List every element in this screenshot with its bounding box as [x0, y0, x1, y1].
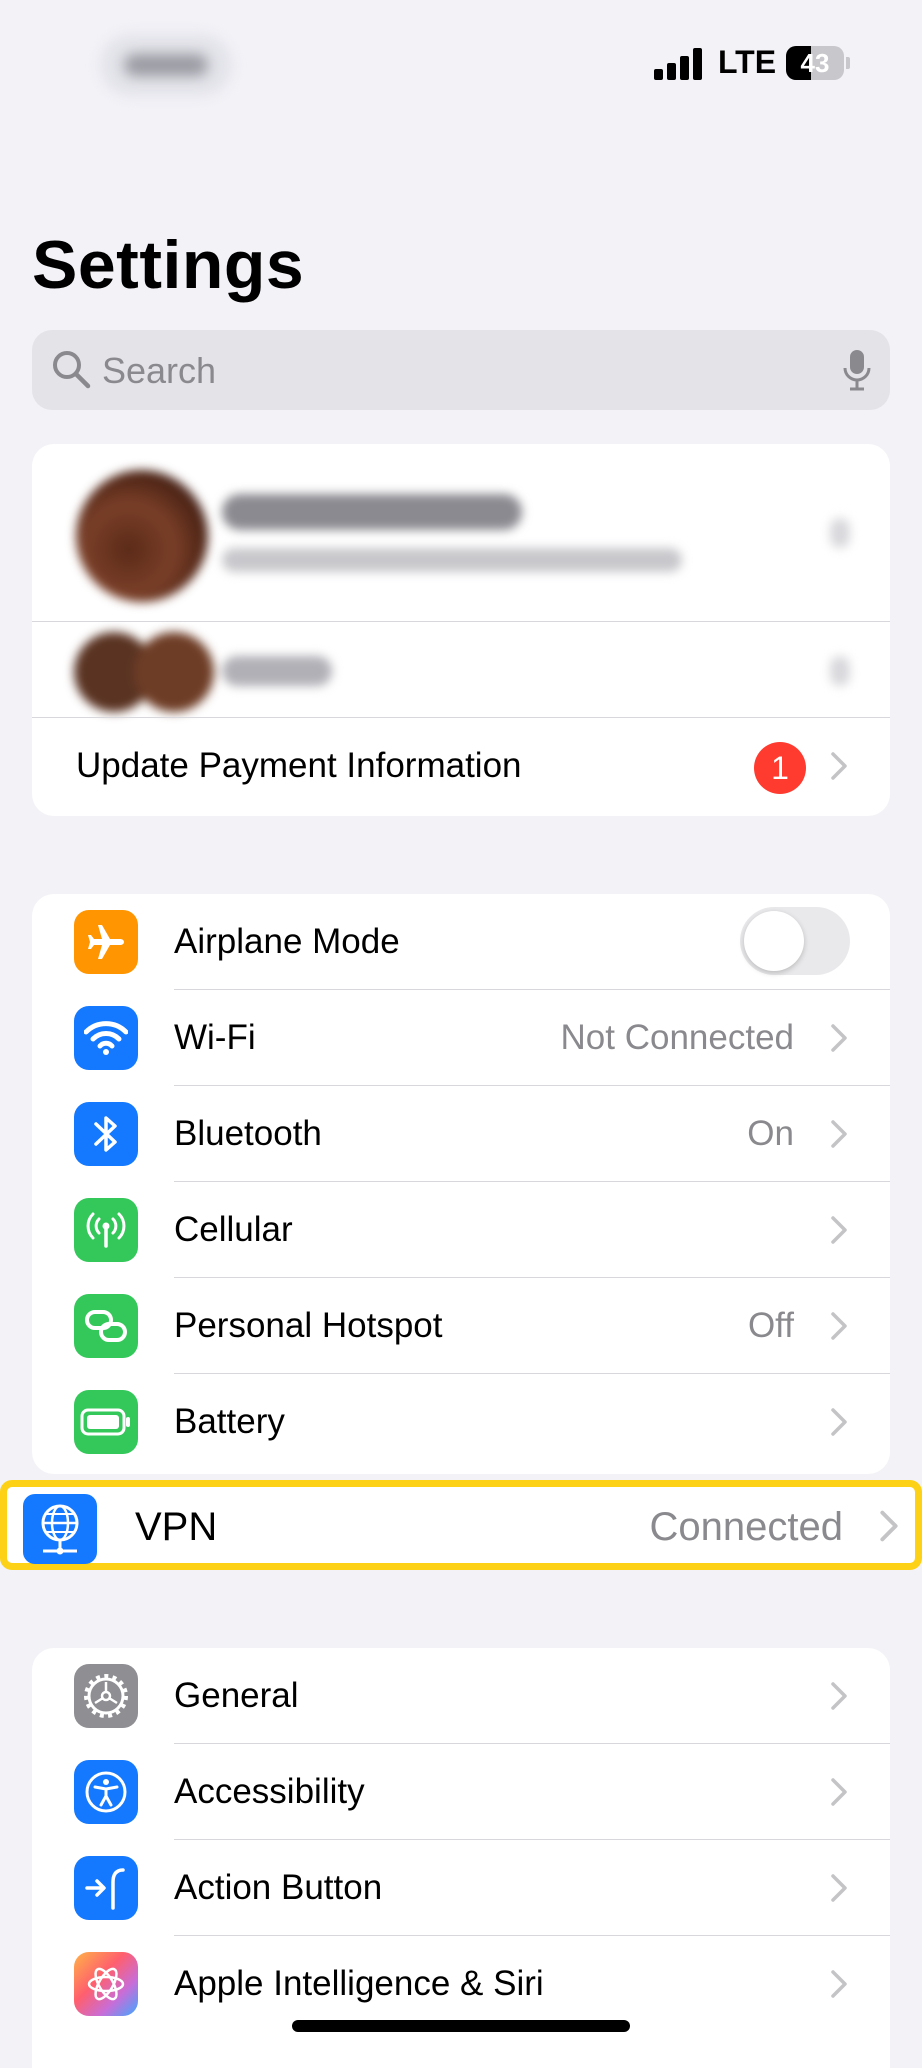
- connectivity-card: Airplane Mode Wi-Fi Not Connected Blueto…: [32, 894, 890, 1474]
- airplane-icon: [74, 910, 138, 974]
- signal-icon: [654, 48, 704, 80]
- bluetooth-label: Bluetooth: [174, 1114, 322, 1153]
- vpn-globe-icon: [23, 1494, 97, 1564]
- chevron-right-icon: [880, 1510, 898, 1542]
- update-payment-row[interactable]: Update Payment Information 1: [32, 718, 890, 814]
- gear-icon: [74, 1664, 138, 1728]
- personal-hotspot-status: Off: [747, 1306, 794, 1345]
- accessibility-icon: [74, 1760, 138, 1824]
- chevron-right-icon: [831, 1120, 847, 1148]
- avatar: [76, 470, 208, 602]
- settings-row-wifi[interactable]: Wi-Fi Not Connected: [32, 990, 890, 1086]
- notification-badge: 1: [754, 742, 806, 794]
- home-indicator[interactable]: [292, 2020, 630, 2032]
- wifi-icon: [74, 1006, 138, 1070]
- update-payment-label: Update Payment Information: [76, 746, 522, 785]
- account-card: Update Payment Information 1: [32, 444, 890, 816]
- settings-row-vpn[interactable]: VPN Connected: [0, 1480, 922, 1570]
- chevron-right-icon: [831, 1024, 847, 1052]
- page-title: Settings: [32, 227, 305, 303]
- avatar: [134, 632, 214, 712]
- chevron-right-icon: [831, 1216, 847, 1244]
- status-bar: LTE 43: [0, 0, 922, 130]
- settings-row-action-button[interactable]: Action Button: [32, 1840, 890, 1936]
- general-card: General Accessibility Action Button Appl…: [32, 1648, 890, 2068]
- battery-icon: 43: [786, 46, 850, 80]
- cellular-label: Cellular: [174, 1210, 293, 1249]
- settings-row-personal-hotspot[interactable]: Personal Hotspot Off: [32, 1278, 890, 1374]
- settings-row-battery[interactable]: Battery: [32, 1374, 890, 1470]
- battery-percent: 43: [800, 48, 830, 78]
- family-row[interactable]: [32, 622, 890, 718]
- chevron-right-icon: [831, 1778, 847, 1806]
- apple-account-row[interactable]: [32, 444, 890, 622]
- action-button-label: Action Button: [174, 1868, 383, 1907]
- settings-row-general[interactable]: General: [32, 1648, 890, 1744]
- chevron-right-icon: [831, 1874, 847, 1902]
- personal-hotspot-label: Personal Hotspot: [174, 1306, 443, 1345]
- search-input[interactable]: Search: [32, 330, 890, 410]
- wifi-label: Wi-Fi: [174, 1018, 256, 1057]
- chevron-right-icon: [831, 1970, 847, 1998]
- vpn-label: VPN: [135, 1505, 218, 1549]
- hotspot-link-icon: [74, 1294, 138, 1358]
- apple-intelligence-siri-label: Apple Intelligence & Siri: [174, 1964, 544, 2003]
- settings-row-accessibility[interactable]: Accessibility: [32, 1744, 890, 1840]
- network-type: LTE: [718, 44, 777, 80]
- search-icon: [53, 351, 91, 389]
- airplane-mode-toggle[interactable]: [740, 907, 850, 975]
- general-label: General: [174, 1676, 299, 1715]
- wifi-status: Not Connected: [560, 1018, 794, 1057]
- battery-label: Battery: [174, 1402, 285, 1441]
- bluetooth-icon: [74, 1102, 138, 1166]
- chevron-right-icon: [831, 1312, 847, 1340]
- chevron-right-icon: [831, 1682, 847, 1710]
- action-button-icon: [74, 1856, 138, 1920]
- chevron-right-icon: [831, 1408, 847, 1436]
- chevron-right-icon: [831, 752, 847, 780]
- vpn-status: Connected: [649, 1505, 843, 1549]
- time-redacted: [100, 34, 232, 96]
- accessibility-label: Accessibility: [174, 1772, 365, 1811]
- settings-row-airplane-mode[interactable]: Airplane Mode: [32, 894, 890, 990]
- settings-row-bluetooth[interactable]: Bluetooth On: [32, 1086, 890, 1182]
- airplane-mode-label: Airplane Mode: [174, 922, 400, 961]
- apple-intelligence-icon: [74, 1952, 138, 2016]
- cellular-antenna-icon: [74, 1198, 138, 1262]
- settings-row-apple-intelligence-siri[interactable]: Apple Intelligence & Siri: [32, 1936, 890, 2032]
- microphone-icon[interactable]: [842, 348, 872, 392]
- battery-icon: [74, 1390, 138, 1454]
- settings-row-cellular[interactable]: Cellular: [32, 1182, 890, 1278]
- search-placeholder: Search: [102, 350, 217, 391]
- bluetooth-status: On: [747, 1114, 794, 1153]
